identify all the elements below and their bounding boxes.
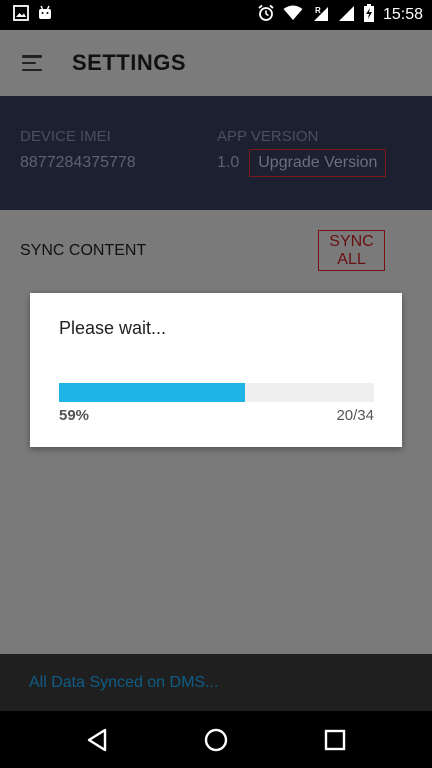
alarm-icon (257, 4, 275, 27)
status-time: 15:58 (382, 6, 423, 23)
svg-text:R: R (315, 6, 321, 15)
home-icon[interactable] (196, 720, 236, 760)
version-label: APP VERSION (217, 128, 319, 145)
battery-charging-icon (363, 3, 375, 27)
upgrade-version-button[interactable]: Upgrade Version (249, 149, 387, 177)
progress-fill (59, 383, 245, 402)
device-info-panel: DEVICE IMEI 8877284375778 APP VERSION 1.… (0, 96, 432, 210)
sync-status-bar: All Data Synced on DMS... (0, 654, 432, 711)
image-icon (13, 4, 29, 26)
sync-status-message: All Data Synced on DMS... (29, 673, 219, 691)
menu-icon[interactable] (22, 54, 44, 72)
wifi-icon (283, 5, 303, 26)
imei-value: 8877284375778 (20, 154, 136, 171)
signal-roaming-icon: R (311, 4, 329, 27)
signal-icon (337, 4, 355, 27)
page-title: SETTINGS (72, 50, 187, 75)
status-bar: R 15:58 (0, 0, 432, 30)
progress-count: 20/34 (336, 407, 374, 424)
back-icon[interactable] (77, 720, 117, 760)
dialog-message: Please wait... (59, 318, 167, 338)
imei-section: DEVICE IMEI 8877284375778 (20, 128, 136, 172)
progress-bar (59, 383, 374, 402)
imei-label: DEVICE IMEI (20, 128, 111, 145)
recents-icon[interactable] (315, 720, 355, 760)
progress-dialog: Please wait... 59% 20/34 (30, 293, 402, 447)
app-bar: SETTINGS (0, 30, 432, 96)
progress-percent: 59% (59, 407, 90, 424)
version-value: 1.0 (217, 154, 240, 171)
sync-content-label: SYNC CONTENT (20, 242, 147, 259)
version-section: APP VERSION 1.0 Upgrade Version (217, 128, 387, 177)
android-icon (37, 5, 53, 26)
sync-all-button[interactable]: SYNC ALL (318, 230, 385, 271)
navigation-bar (0, 711, 432, 768)
